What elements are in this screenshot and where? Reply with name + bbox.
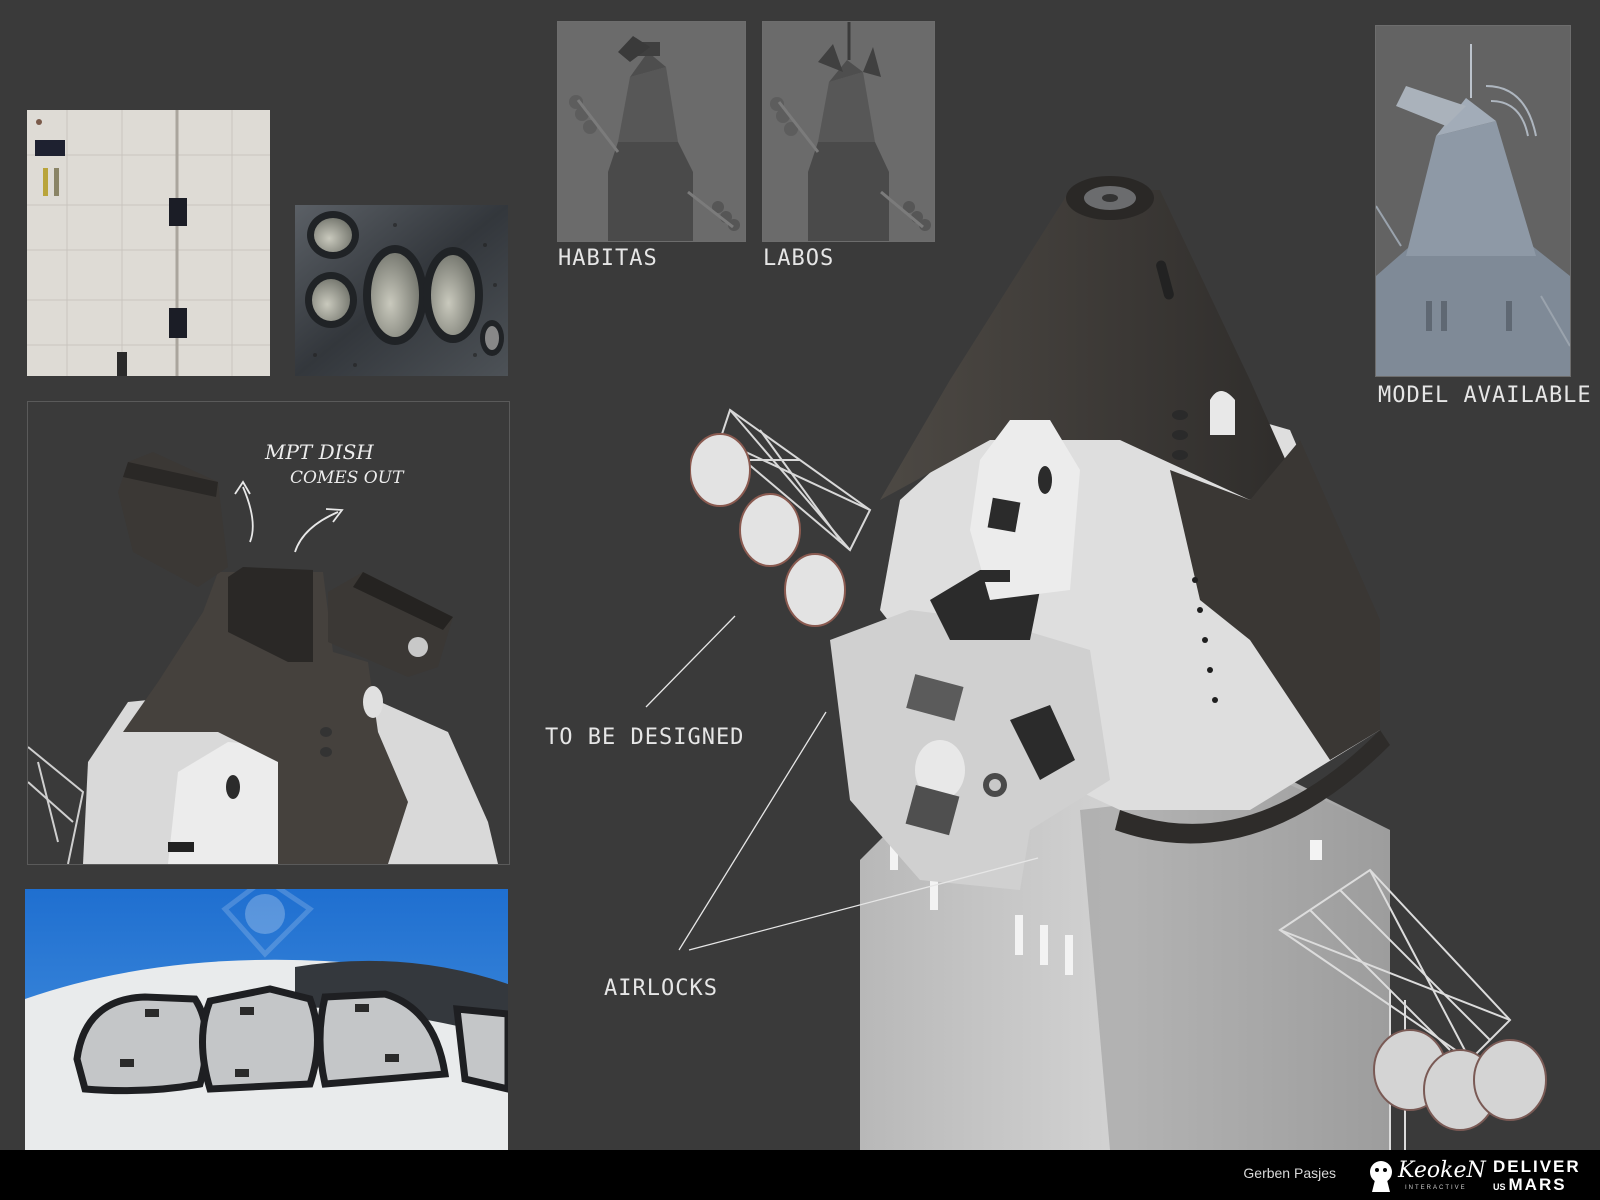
game-logo-us: US [1493, 1182, 1506, 1192]
footer-bar: Gerben Pasjes KeokeN INTERACTIVE DELIVER… [0, 1150, 1600, 1200]
main-station-render [690, 170, 1570, 1150]
panel-texture-reference [27, 110, 270, 376]
game-logo-line-1: DELIVER [1493, 1157, 1581, 1176]
panel-window-texture [295, 205, 508, 376]
studio-logo-subtext: INTERACTIVE [1405, 1185, 1467, 1191]
label-airlocks: AIRLOCKS [604, 976, 718, 1001]
panel-dish-sketch: MPT DISH COMES OUT [27, 401, 510, 865]
label-to-be-designed: TO BE DESIGNED [545, 725, 745, 750]
keoken-mascot-icon [1370, 1161, 1392, 1192]
game-logo-line-2: US MARS [1493, 1175, 1567, 1195]
panel-airlock-photo [25, 889, 508, 1150]
game-logo-mars: MARS [1508, 1175, 1567, 1194]
studio-logo-text: KeokeN [1398, 1158, 1486, 1183]
annotation-line-1: MPT DISH [265, 440, 374, 464]
author-name: Gerben Pasjes [1243, 1165, 1336, 1181]
label-habitas: HABITAS [558, 246, 658, 271]
annotation-line-2: COMES OUT [290, 468, 404, 488]
